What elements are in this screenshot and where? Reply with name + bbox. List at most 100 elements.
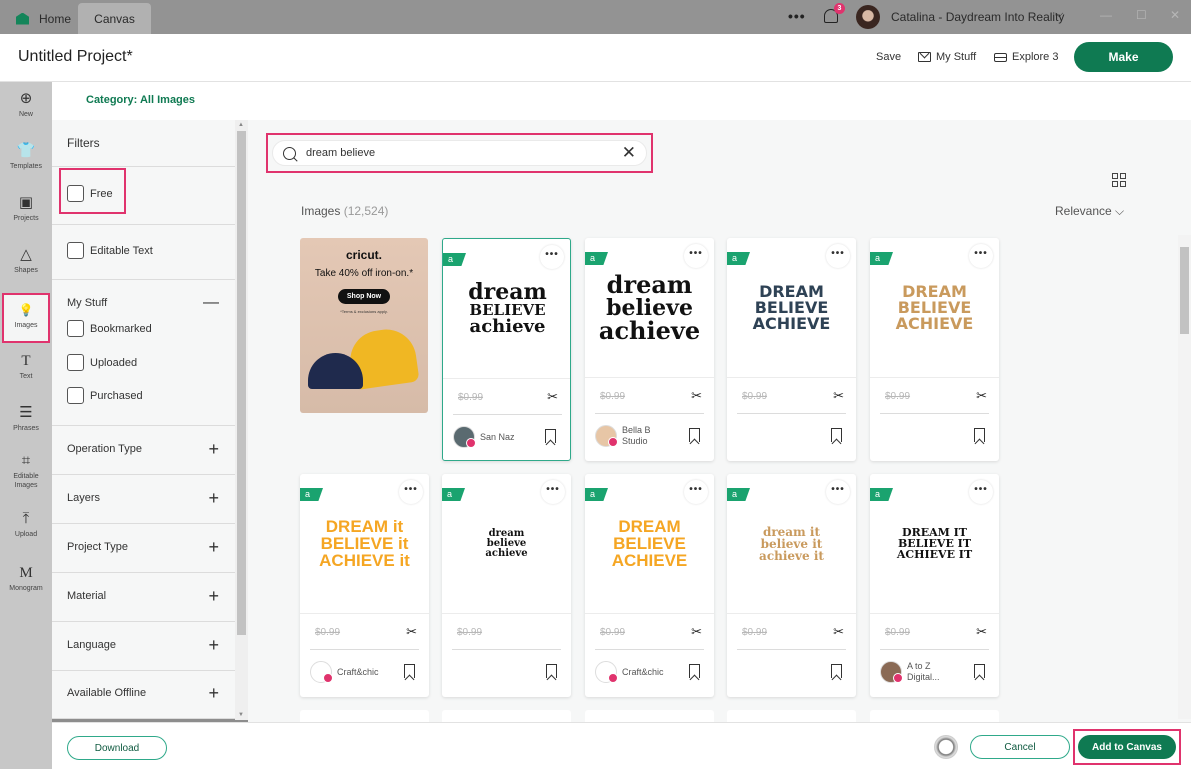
rail-item-monogram[interactable]: M Monogram (0, 564, 52, 593)
rail-label: Projects (13, 215, 39, 222)
tab-canvas[interactable]: Canvas (78, 3, 151, 34)
uploaded-checkbox[interactable] (67, 354, 84, 371)
image-card[interactable]: DREAM BELIEVE ACHIEVE a ••• $0.99 ✂ (870, 238, 999, 461)
image-card[interactable]: DREAM BELIEVE ACHIEVE a ••• $0.99 ✂ Craft&chic (585, 474, 714, 697)
results-scroll-thumb[interactable] (1180, 247, 1189, 334)
user-avatar[interactable] (856, 5, 880, 29)
user-name[interactable]: Catalina - Daydream Into Reality (891, 10, 1064, 24)
bookmark-icon[interactable] (689, 428, 700, 442)
rail-item-upload[interactable]: ⤒ Upload (0, 510, 52, 539)
section-operation-type[interactable]: Operation Type + (67, 440, 219, 458)
image-card[interactable]: DREAM IT BELIEVE IT ACHIEVE IT a ••• $0.99 ✂ A … (870, 474, 999, 697)
author-avatar (595, 425, 618, 447)
rail-item-editable-images[interactable]: ⌗ Editable Images (0, 452, 52, 490)
filter-purchased[interactable]: Purchased (67, 387, 143, 404)
bookmark-icon[interactable] (974, 664, 985, 678)
image-card[interactable]: dream it believe it achieve it a ••• $0.99 ✂ (727, 474, 856, 697)
scroll-down-arrow[interactable]: ▼ (238, 712, 244, 718)
my-stuff-header[interactable]: My Stuff — (67, 295, 219, 311)
more-options-button[interactable]: ••• (969, 480, 993, 504)
author[interactable]: San Naz (453, 426, 535, 448)
close-icon[interactable]: ✕ (622, 143, 636, 163)
section-project-type[interactable]: Project Type + (67, 538, 219, 556)
more-options-button[interactable]: ••• (399, 480, 423, 504)
section-material[interactable]: Material + (67, 587, 219, 605)
filter-editable-text[interactable]: Editable Text (67, 242, 153, 259)
rail-item-text[interactable]: T Text (0, 352, 52, 381)
grid-view-icon[interactable] (1112, 173, 1126, 187)
scissors-icon: ✂ (691, 624, 702, 639)
search-icon (283, 146, 296, 160)
bookmarked-checkbox[interactable] (67, 320, 84, 337)
filter-scroll-thumb[interactable] (237, 131, 246, 635)
shop-now-button[interactable]: Shop Now (338, 289, 390, 304)
filter-uploaded[interactable]: Uploaded (67, 354, 137, 371)
author[interactable]: Craft&chic (310, 661, 392, 683)
image-card[interactable]: dream believe achieve a ••• $0.99 (442, 474, 571, 697)
bookmark-icon[interactable] (404, 664, 415, 678)
section-layers[interactable]: Layers + (67, 489, 219, 507)
author[interactable]: Bella B Studio (595, 425, 677, 447)
bookmark-icon[interactable] (831, 428, 842, 442)
plus-icon[interactable]: + (208, 684, 219, 702)
rail-item-shapes[interactable]: △ Shapes (0, 246, 52, 275)
project-title[interactable]: Untitled Project* (18, 48, 133, 66)
more-options-button[interactable]: ••• (969, 244, 993, 268)
section-language[interactable]: Language + (67, 636, 219, 654)
more-options-button[interactable]: ••• (684, 480, 708, 504)
more-options-button[interactable]: ••• (540, 245, 564, 269)
section-available-offline[interactable]: Available Offline + (67, 684, 219, 702)
scroll-up-arrow[interactable]: ▲ (238, 122, 244, 128)
tab-home-label: Home (39, 11, 72, 26)
more-options-button[interactable]: ••• (541, 480, 565, 504)
image-card[interactable]: DREAM BELIEVE ACHIEVE a ••• $0.99 ✂ (727, 238, 856, 461)
maximize-button[interactable]: ☐ (1136, 8, 1147, 22)
plus-icon[interactable]: + (208, 587, 219, 605)
more-options-icon[interactable]: ••• (788, 8, 806, 24)
bookmark-icon[interactable] (974, 428, 985, 442)
make-button[interactable]: Make (1074, 42, 1173, 72)
more-options-button[interactable]: ••• (684, 244, 708, 268)
ad-brand: cricut. (345, 248, 382, 262)
more-options-button[interactable]: ••• (826, 480, 850, 504)
chevron-down-icon[interactable]: ⌵ (1055, 8, 1063, 21)
image-card[interactable]: DREAM it BELIEVE it ACHIEVE it a ••• $0.99 ✂ Cr… (300, 474, 429, 697)
bookmark-icon[interactable] (831, 664, 842, 678)
close-window-button[interactable]: ✕ (1170, 8, 1180, 22)
rail-item-images[interactable]: 💡 Images (2, 293, 50, 343)
rail-item-projects[interactable]: ▣ Projects (0, 194, 52, 223)
tab-home[interactable]: Home (8, 3, 79, 34)
cancel-button[interactable]: Cancel (970, 735, 1070, 759)
bookmark-icon[interactable] (546, 664, 557, 678)
plus-icon[interactable]: + (208, 538, 219, 556)
bookmark-icon[interactable] (545, 429, 556, 443)
rail-item-templates[interactable]: 👕 Templates (0, 142, 52, 171)
rail-item-new[interactable]: ⊕ New (0, 90, 52, 119)
minimize-button[interactable]: — (1100, 8, 1112, 22)
search-box[interactable]: ✕ (272, 140, 647, 166)
download-button[interactable]: Download (67, 736, 167, 760)
author[interactable]: Craft&chic (595, 661, 677, 683)
category-link[interactable]: Category: All Images (86, 94, 195, 106)
sort-dropdown[interactable]: Relevance ⌵ (1055, 204, 1124, 219)
author[interactable]: A to Z Digital... (880, 661, 962, 683)
add-to-canvas-button[interactable]: Add to Canvas (1078, 735, 1176, 759)
machine-select-button[interactable]: Explore 3 (994, 51, 1058, 63)
plus-icon[interactable]: + (208, 440, 219, 458)
art-text: believe it (760, 536, 823, 551)
filter-bookmarked[interactable]: Bookmarked (67, 320, 152, 337)
promo-ad[interactable]: cricut. Take 40% off iron-on.* Shop Now … (300, 238, 428, 413)
purchased-checkbox[interactable] (67, 387, 84, 404)
plus-icon[interactable]: + (208, 489, 219, 507)
bookmark-icon[interactable] (689, 664, 700, 678)
save-button[interactable]: Save (876, 51, 901, 63)
minus-icon[interactable]: — (203, 295, 219, 311)
image-card[interactable]: dream BELIEVE achieve a ••• $0.99 ✂ San Naz (442, 238, 571, 461)
plus-icon[interactable]: + (208, 636, 219, 654)
editable-text-checkbox[interactable] (67, 242, 84, 259)
image-card[interactable]: dream believe achieve a ••• $0.99 ✂ Bella B Stu… (585, 238, 714, 461)
more-options-button[interactable]: ••• (826, 244, 850, 268)
rail-item-phrases[interactable]: ☰ Phrases (0, 404, 52, 433)
my-stuff-button[interactable]: My Stuff (918, 51, 976, 63)
search-input[interactable] (306, 147, 612, 159)
